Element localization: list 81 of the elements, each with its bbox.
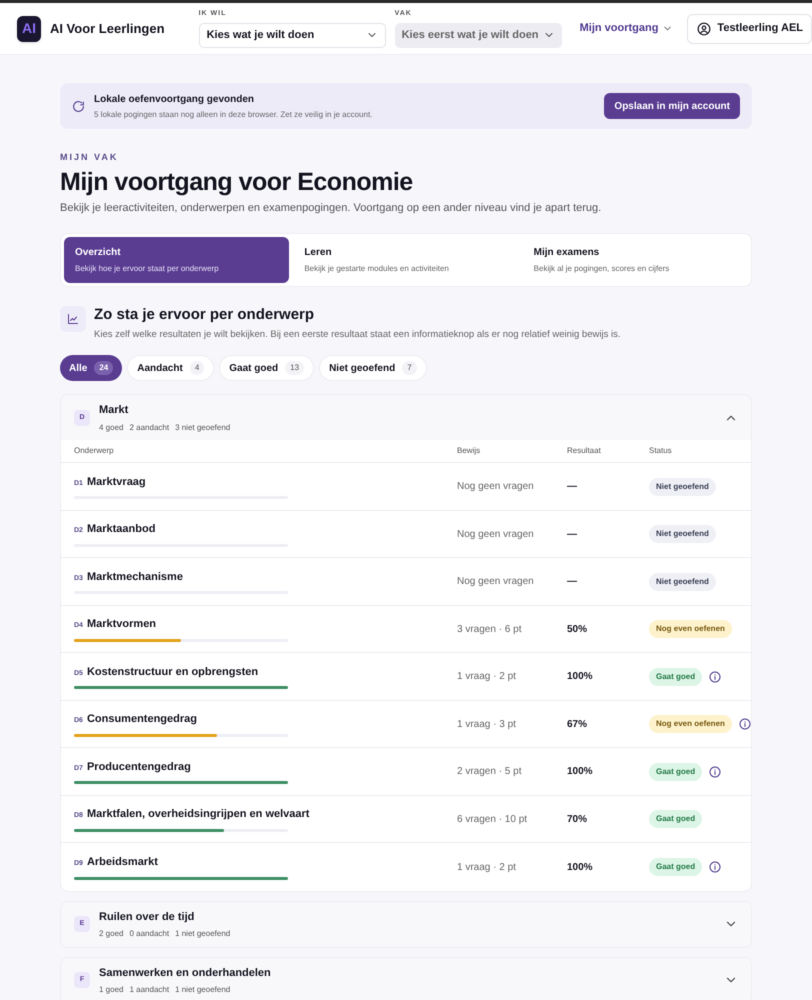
topic-name: Kostenstructuur en opbrengsten (86, 664, 258, 680)
info-button[interactable] (709, 670, 722, 682)
evidence-text: 1 vraag · 2 pt (457, 670, 517, 684)
group-title: Samenwerken en onderhandelen (99, 966, 272, 980)
count-badge: 7 (402, 361, 417, 376)
refresh-icon (72, 100, 85, 112)
evidence-text: 1 vraag · 2 pt (457, 860, 517, 874)
group-stat: 1 goed (99, 984, 124, 996)
status-badge: Niet geoefend (649, 572, 716, 590)
group-title: Markt (99, 403, 130, 418)
status-badge: Gaat goed (649, 810, 702, 828)
user-icon (697, 22, 712, 36)
result-text: 100% (567, 670, 594, 684)
topic-name: Marktvormen (86, 617, 156, 632)
status-badge: Gaat goed (649, 762, 702, 780)
topic-name: Consumentengedrag (86, 712, 197, 728)
eyebrow-label: MIJN VAK (60, 151, 120, 164)
group-stat: 3 niet geoefend (175, 422, 230, 434)
evidence-text: 2 vragen · 5 pt (457, 765, 522, 779)
count-badge: 13 (285, 361, 304, 376)
topic-name: Producentengedrag (86, 760, 191, 775)
filter-chip[interactable]: Niet geoefend 7 (319, 355, 427, 382)
result-text: 100% (567, 860, 594, 874)
evidence-text: 6 vragen · 10 pt (457, 812, 528, 826)
column-header: Resultaat (567, 445, 602, 458)
page-title: Mijn voortgang voor Economie (60, 166, 414, 196)
status-badge: Gaat goed (649, 858, 702, 876)
evidence-text: 3 vragen · 6 pt (457, 622, 522, 636)
status-badge: Nog even oefenen (649, 715, 732, 733)
progress-menu[interactable]: Mijn voortgang (580, 20, 674, 37)
result-text: — (567, 480, 578, 494)
group-stat: 0 aandacht (129, 928, 170, 940)
select-dropdown[interactable]: Kies wat je wilt doen (198, 22, 386, 48)
app-name: AI Voor Leerlingen (50, 20, 166, 38)
count-badge: 24 (94, 361, 114, 376)
column-header: Status (649, 445, 673, 458)
topic-name: Marktmechanisme (86, 570, 183, 585)
group-stat: 1 niet geoefend (175, 928, 230, 940)
group-stat: 2 aandacht (129, 422, 170, 434)
group-title: Ruilen over de tijd (99, 910, 196, 924)
group-stat: 2 goed (99, 928, 124, 940)
topic-name: Arbeidsmarkt (86, 855, 158, 870)
group-stat: 1 aandacht (129, 984, 170, 996)
user-button[interactable]: Testleerling AEL (687, 14, 812, 44)
column-header: Onderwerp (74, 445, 115, 458)
evidence-text: Nog geen vragen (457, 528, 535, 542)
logo[interactable]: AI (17, 16, 41, 42)
topic-name: Marktvraag (86, 474, 146, 490)
info-button[interactable] (709, 766, 722, 778)
evidence-text: 1 vraag · 3 pt (457, 718, 517, 732)
status-badge: Gaat goed (649, 668, 702, 686)
tab[interactable]: Overzicht Bekijk hoe je ervoor staat per onderwerp (64, 237, 290, 283)
group-stat: 1 niet geoefend (175, 984, 230, 996)
banner-title: Lokale oefenvoortgang gevonden (94, 92, 256, 106)
banner-text: 5 lokale pogingen staan nog alleen in deze browser. Zet ze veilig in je account. (94, 108, 374, 120)
filter-chip[interactable]: Gaat goed 13 (219, 355, 314, 382)
filter-chip[interactable]: Aandacht 4 (127, 355, 214, 382)
result-text: 50% (567, 622, 588, 636)
topic-name: Marktfalen, overheidsingrijpen en welvaart (86, 807, 310, 822)
count-badge: 4 (190, 361, 204, 376)
section-text: Kies zelf welke resultaten je wilt bekijken. Bij een eerste resultaat staat een informatieknop als er nog relatief weinig bewijs is. (94, 328, 620, 342)
info-button[interactable] (738, 718, 751, 730)
group-stat: 4 goed (99, 422, 124, 434)
page-subtitle: Bekijk je leeractiviteiten, onderwerpen en examenpogingen. Voortgang op een ander niveau vind je apart terug. (60, 200, 602, 216)
evidence-text: Nog geen vragen (457, 480, 535, 494)
info-button[interactable] (709, 861, 722, 873)
section-title: Zo sta je ervoor per onderwerp (94, 306, 316, 324)
result-text: 100% (567, 765, 594, 779)
result-text: — (567, 575, 578, 589)
status-badge: Nog even oefenen (649, 620, 732, 638)
chart-icon (60, 306, 86, 332)
column-header: Bewijs (457, 445, 482, 458)
topic-name: Marktaanbod (86, 522, 156, 538)
result-text: 67% (567, 718, 588, 732)
evidence-text: Nog geen vragen (457, 575, 535, 589)
status-badge: Niet geoefend (649, 478, 716, 496)
result-text: 70% (567, 812, 588, 826)
status-badge: Niet geoefend (649, 525, 716, 543)
filter-chip[interactable]: Alle 24 (60, 355, 122, 382)
result-text: — (567, 528, 578, 542)
save-button[interactable]: Opslaan in mijn account (604, 93, 740, 119)
